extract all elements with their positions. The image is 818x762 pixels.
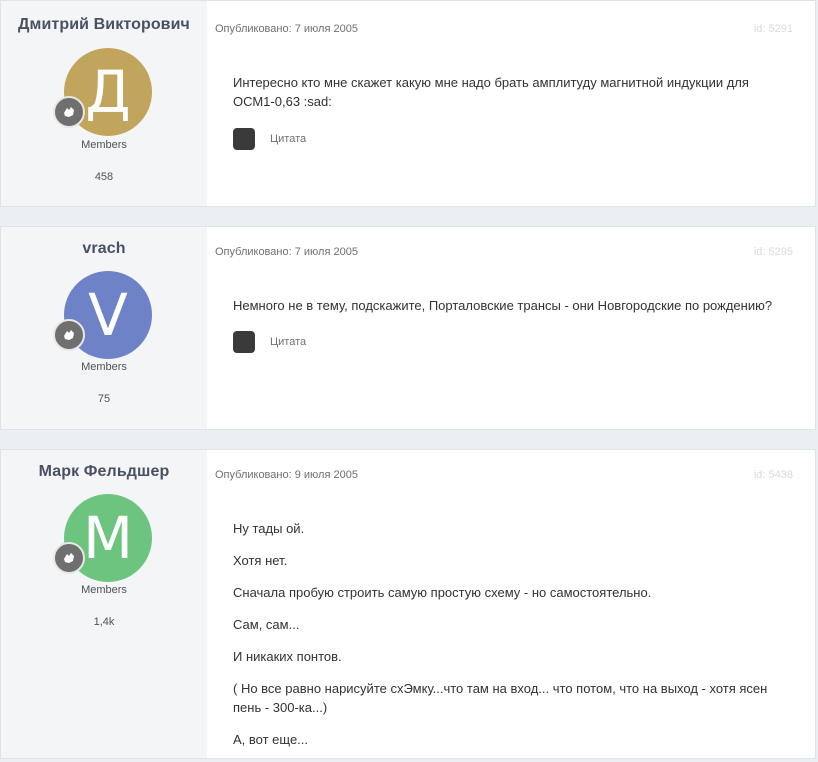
author-name-link[interactable]: Марк Фельдшер — [1, 463, 207, 481]
post-paragraph: Интересно кто мне скажет какую мне надо … — [233, 75, 749, 109]
post-count: 458 — [94, 171, 114, 183]
quote-icon — [233, 331, 255, 353]
post-id: id: 5438 — [753, 469, 793, 481]
author-panel: vrach V Members 75 — [1, 227, 207, 429]
member-group: Members — [81, 139, 127, 151]
post-body: Опубликовано: 7 июля 2005 id: 5295 Немно… — [207, 227, 815, 429]
post-count: 1,4k — [93, 616, 115, 628]
post-paragraph: А, вот еще... — [233, 732, 309, 747]
post-paragraph: Сначала пробую строить самую простую схе… — [233, 585, 652, 600]
author-panel: Дмитрий Викторович Д Members 458 — [1, 1, 207, 206]
rank-badge-icon — [53, 542, 85, 574]
quote-button[interactable]: Цитата — [233, 128, 306, 150]
published-date[interactable]: Опубликовано: 7 июля 2005 — [215, 246, 358, 258]
post-body: Опубликовано: 9 июля 2005 id: 5438 Ну та… — [207, 450, 815, 758]
post-content: Ну тады ой. Хотя нет. Сначала пробую стр… — [233, 519, 791, 762]
member-group: Members — [81, 361, 127, 373]
post-paragraph: И никаких понтов. — [233, 649, 342, 664]
quote-label: Цитата — [270, 133, 307, 145]
post-id: id: 5291 — [753, 23, 793, 35]
post-paragraph: Хотя нет. — [233, 553, 288, 568]
post-body: Опубликовано: 7 июля 2005 id: 5291 Интер… — [207, 1, 815, 206]
author-name-link[interactable]: Дмитрий Викторович — [1, 16, 207, 34]
post-paragraph: Ну тады ой. — [233, 521, 305, 536]
quote-button[interactable]: Цитата — [233, 331, 306, 353]
quote-label: Цитата — [270, 336, 307, 348]
author-panel: Марк Фельдшер М Members 1,4k — [1, 450, 207, 758]
post-content: Немного не в тему, подскажите, Порталовс… — [233, 296, 791, 328]
forum-post: vrach V Members 75 Опубликовано: 7 июля … — [0, 226, 816, 430]
forum-post: Марк Фельдшер М Members 1,4k Опубликован… — [0, 449, 816, 759]
post-paragraph: ( Но все равно нарисуйте схЭмку...что та… — [233, 681, 768, 715]
member-group: Members — [81, 584, 127, 596]
post-id: id: 5295 — [753, 246, 793, 258]
quote-icon — [233, 128, 255, 150]
rank-badge-icon — [53, 96, 85, 128]
forum-post: Дмитрий Викторович Д Members 458 Опублик… — [0, 0, 816, 207]
post-count: 75 — [97, 393, 111, 405]
published-date[interactable]: Опубликовано: 9 июля 2005 — [215, 469, 358, 481]
published-date[interactable]: Опубликовано: 7 июля 2005 — [215, 23, 358, 35]
post-paragraph: Немного не в тему, подскажите, Порталовс… — [233, 298, 773, 313]
post-content: Интересно кто мне скажет какую мне надо … — [233, 73, 791, 124]
author-name-link[interactable]: vrach — [1, 240, 207, 258]
post-paragraph: Сам, сам... — [233, 617, 300, 632]
rank-badge-icon — [53, 319, 85, 351]
